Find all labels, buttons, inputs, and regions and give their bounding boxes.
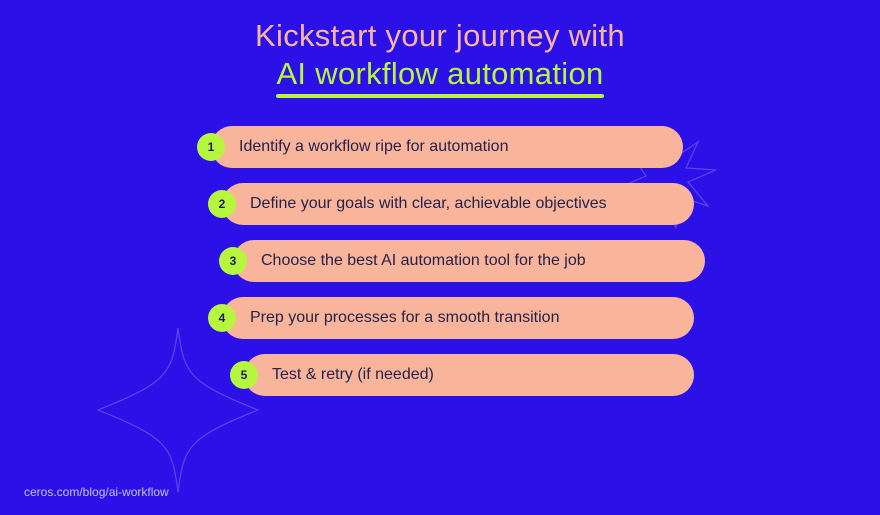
step-item: 1 Identify a workflow ripe for automatio… (197, 126, 683, 168)
underline-icon (276, 94, 603, 98)
step-item: 3 Choose the best AI automation tool for… (175, 240, 705, 282)
step-label-pill: Choose the best AI automation tool for t… (233, 240, 705, 282)
step-label-pill: Test & retry (if needed) (244, 354, 694, 396)
step-item: 4 Prep your processes for a smooth trans… (186, 297, 694, 339)
step-number-badge: 3 (219, 247, 247, 275)
title-line-2: AI workflow automation (276, 56, 603, 92)
step-item: 5 Test & retry (if needed) (186, 354, 694, 396)
step-label-pill: Identify a workflow ripe for automation (211, 126, 683, 168)
step-number-badge: 4 (208, 304, 236, 332)
step-label-pill: Prep your processes for a smooth transit… (222, 297, 694, 339)
steps-list: 1 Identify a workflow ripe for automatio… (0, 126, 880, 396)
source-url: ceros.com/blog/ai-workflow (24, 485, 169, 499)
step-number-badge: 2 (208, 190, 236, 218)
page-title: Kickstart your journey with AI workflow … (0, 0, 880, 92)
step-item: 2 Define your goals with clear, achievab… (186, 183, 694, 225)
step-number-badge: 1 (197, 133, 225, 161)
title-line-1: Kickstart your journey with (0, 18, 880, 54)
step-label-pill: Define your goals with clear, achievable… (222, 183, 694, 225)
step-number-badge: 5 (230, 361, 258, 389)
